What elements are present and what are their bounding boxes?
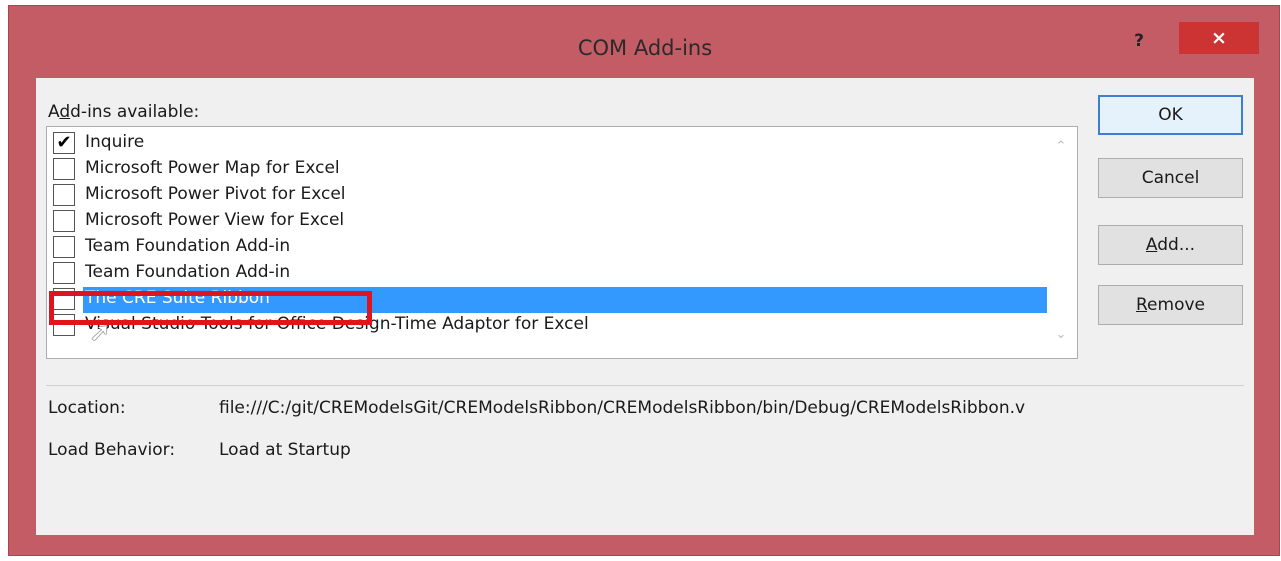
close-button[interactable]: × <box>1179 22 1259 54</box>
dialog-body: Add-ins available: ✔ Inquire Microsoft Pow… <box>36 78 1254 535</box>
ok-button[interactable]: OK <box>1098 95 1243 135</box>
addin-list-item[interactable]: Microsoft Power Pivot for Excel <box>47 183 1047 209</box>
help-button[interactable]: ? <box>1124 28 1154 54</box>
addin-list-item[interactable]: Team Foundation Add-in <box>47 235 1047 261</box>
addin-label: Team Foundation Add-in <box>85 262 291 282</box>
listbox-scrollbar[interactable]: ⌃ ⌄ <box>1047 127 1077 358</box>
location-value: file:///C:/git/CREModelsGit/CREModelsRib… <box>219 398 1026 418</box>
addin-checkbox[interactable] <box>53 262 75 284</box>
addin-label: Microsoft Power Map for Excel <box>85 158 340 178</box>
scroll-down-icon[interactable]: ⌄ <box>1053 327 1069 342</box>
addin-list-item[interactable]: ✔ Inquire <box>47 131 1047 157</box>
addin-checkbox[interactable] <box>53 184 75 206</box>
addin-label: Team Foundation Add-in <box>85 236 291 256</box>
add-button[interactable]: Add... <box>1098 225 1243 265</box>
addin-list-item[interactable]: Microsoft Power Map for Excel <box>47 157 1047 183</box>
addin-checkbox[interactable] <box>53 236 75 258</box>
cancel-button[interactable]: Cancel <box>1098 158 1243 198</box>
addin-list-item[interactable]: Team Foundation Add-in <box>47 261 1047 287</box>
scroll-up-icon[interactable]: ⌃ <box>1053 139 1069 154</box>
com-addins-dialog: COM Add-ins ? × Add-ins available: ✔ Inqu… <box>8 5 1280 556</box>
addin-list-item[interactable]: Microsoft Power View for Excel <box>47 209 1047 235</box>
addin-label: Microsoft Power View for Excel <box>85 210 345 230</box>
addin-label: Inquire <box>85 132 145 152</box>
mouse-cursor-icon: ➚ <box>89 318 111 348</box>
location-label: Location: <box>48 398 126 418</box>
addin-checkbox[interactable]: ✔ <box>53 132 75 154</box>
addin-checkbox[interactable] <box>53 158 75 180</box>
load-behavior-label: Load Behavior: <box>48 440 176 460</box>
close-icon: × <box>1211 27 1227 49</box>
remove-button[interactable]: Remove <box>1098 285 1243 325</box>
addin-checkbox[interactable] <box>53 210 75 232</box>
load-behavior-value: Load at Startup <box>219 440 351 460</box>
addin-label: Microsoft Power Pivot for Excel <box>85 184 346 204</box>
addins-available-label: Add-ins available: <box>48 102 200 122</box>
title-bar[interactable]: COM Add-ins ? × <box>9 6 1279 78</box>
separator <box>46 385 1244 386</box>
dialog-title: COM Add-ins <box>577 36 713 60</box>
